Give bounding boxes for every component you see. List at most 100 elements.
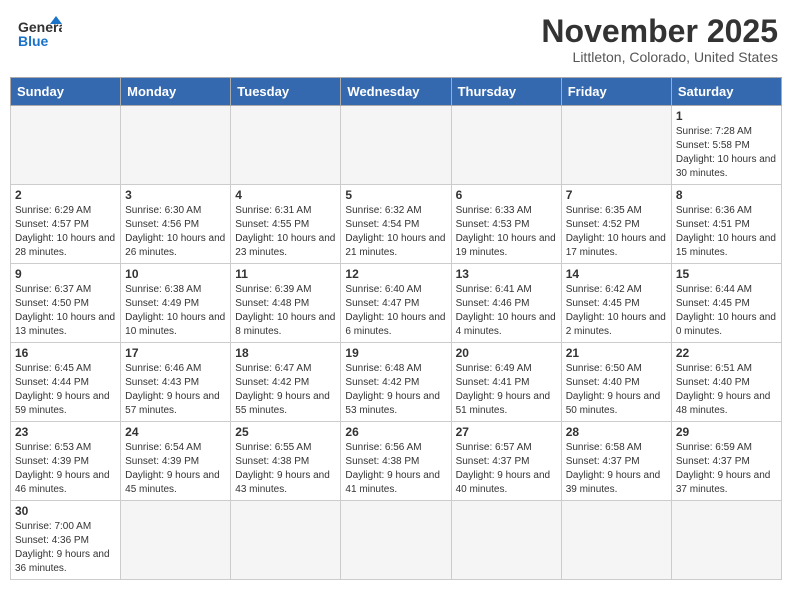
day-info: Sunrise: 6:54 AM Sunset: 4:39 PM Dayligh… xyxy=(125,441,226,497)
day-info: Sunrise: 6:58 AM Sunset: 4:37 PM Dayligh… xyxy=(566,441,667,497)
day-number: 7 xyxy=(566,188,667,202)
day-number: 29 xyxy=(676,425,777,439)
calendar-day-cell: 8Sunrise: 6:36 AM Sunset: 4:51 PM Daylig… xyxy=(671,185,781,264)
calendar-day-cell: 27 Sunrise: 6:57 AM Sunset: 4:37 PM Dayli… xyxy=(451,422,561,501)
calendar-day-cell xyxy=(561,106,671,185)
calendar-day-cell: 10 Sunrise: 6:38 AM Sunset: 4:49 PM Dayli… xyxy=(121,264,231,343)
calendar-day-cell: 15Sunrise: 6:44 AM Sunset: 4:45 PM Dayli… xyxy=(671,264,781,343)
calendar-day-cell xyxy=(121,106,231,185)
calendar-day-cell: 30 Sunrise: 7:00 AM Sunset: 4:36 PM Dayli… xyxy=(11,501,121,580)
day-number: 1 xyxy=(676,109,777,123)
calendar-day-cell: 26 Sunrise: 6:56 AM Sunset: 4:38 PM Dayli… xyxy=(341,422,451,501)
day-number: 22 xyxy=(676,346,777,360)
calendar-day-cell: 4Sunrise: 6:31 AM Sunset: 4:55 PM Daylig… xyxy=(231,185,341,264)
calendar-day-cell: 6Sunrise: 6:33 AM Sunset: 4:53 PM Daylig… xyxy=(451,185,561,264)
calendar-week-row: 9 Sunrise: 6:37 AM Sunset: 4:50 PM Daylig… xyxy=(11,264,782,343)
calendar-day-cell xyxy=(451,501,561,580)
day-info: Sunrise: 6:32 AM Sunset: 4:54 PM Dayligh… xyxy=(345,204,446,260)
calendar-day-cell: 9 Sunrise: 6:37 AM Sunset: 4:50 PM Daylig… xyxy=(11,264,121,343)
day-number: 10 xyxy=(125,267,226,281)
day-info: Sunrise: 6:30 AM Sunset: 4:56 PM Dayligh… xyxy=(125,204,226,260)
day-info: Sunrise: 6:38 AM Sunset: 4:49 PM Dayligh… xyxy=(125,283,226,339)
title-area: November 2025 Littleton, Colorado, Unite… xyxy=(541,14,778,65)
calendar-table: SundayMondayTuesdayWednesdayThursdayFrid… xyxy=(10,77,782,580)
day-number: 17 xyxy=(125,346,226,360)
day-info: Sunrise: 6:46 AM Sunset: 4:43 PM Dayligh… xyxy=(125,362,226,418)
calendar-day-cell xyxy=(341,106,451,185)
calendar-day-cell: 11 Sunrise: 6:39 AM Sunset: 4:48 PM Dayli… xyxy=(231,264,341,343)
day-number: 12 xyxy=(345,267,446,281)
day-info: Sunrise: 6:56 AM Sunset: 4:38 PM Dayligh… xyxy=(345,441,446,497)
day-of-week-header: Friday xyxy=(561,78,671,106)
day-of-week-header: Saturday xyxy=(671,78,781,106)
day-of-week-header: Thursday xyxy=(451,78,561,106)
calendar-day-cell: 25 Sunrise: 6:55 AM Sunset: 4:38 PM Dayli… xyxy=(231,422,341,501)
day-number: 26 xyxy=(345,425,446,439)
logo: General Blue xyxy=(18,14,62,58)
day-number: 27 xyxy=(456,425,557,439)
day-info: Sunrise: 6:42 AM Sunset: 4:45 PM Dayligh… xyxy=(566,283,667,339)
day-info: Sunrise: 6:29 AM Sunset: 4:57 PM Dayligh… xyxy=(15,204,116,260)
calendar-day-cell: 3Sunrise: 6:30 AM Sunset: 4:56 PM Daylig… xyxy=(121,185,231,264)
day-number: 16 xyxy=(15,346,116,360)
calendar-day-cell xyxy=(671,501,781,580)
day-number: 14 xyxy=(566,267,667,281)
calendar-day-cell: 28Sunrise: 6:58 AM Sunset: 4:37 PM Dayli… xyxy=(561,422,671,501)
calendar-day-cell: 7 Sunrise: 6:35 AM Sunset: 4:52 PM Daylig… xyxy=(561,185,671,264)
day-of-week-header: Sunday xyxy=(11,78,121,106)
day-info: Sunrise: 6:51 AM Sunset: 4:40 PM Dayligh… xyxy=(676,362,777,418)
calendar-day-cell xyxy=(11,106,121,185)
day-info: Sunrise: 6:31 AM Sunset: 4:55 PM Dayligh… xyxy=(235,204,336,260)
calendar-week-row: 1Sunrise: 7:28 AM Sunset: 5:58 PM Daylig… xyxy=(11,106,782,185)
day-info: Sunrise: 6:36 AM Sunset: 4:51 PM Dayligh… xyxy=(676,204,777,260)
calendar-day-cell: 22 Sunrise: 6:51 AM Sunset: 4:40 PM Dayli… xyxy=(671,343,781,422)
day-number: 13 xyxy=(456,267,557,281)
day-info: Sunrise: 6:49 AM Sunset: 4:41 PM Dayligh… xyxy=(456,362,557,418)
day-info: Sunrise: 6:57 AM Sunset: 4:37 PM Dayligh… xyxy=(456,441,557,497)
calendar-day-cell: 5 Sunrise: 6:32 AM Sunset: 4:54 PM Daylig… xyxy=(341,185,451,264)
day-number: 11 xyxy=(235,267,336,281)
calendar-day-cell: 21Sunrise: 6:50 AM Sunset: 4:40 PM Dayli… xyxy=(561,343,671,422)
day-number: 30 xyxy=(15,504,116,518)
day-info: Sunrise: 6:41 AM Sunset: 4:46 PM Dayligh… xyxy=(456,283,557,339)
day-info: Sunrise: 6:55 AM Sunset: 4:38 PM Dayligh… xyxy=(235,441,336,497)
calendar-day-cell: 20 Sunrise: 6:49 AM Sunset: 4:41 PM Dayli… xyxy=(451,343,561,422)
day-of-week-header: Monday xyxy=(121,78,231,106)
logo-icon: General Blue xyxy=(18,14,62,58)
calendar-day-cell xyxy=(341,501,451,580)
day-of-week-header: Wednesday xyxy=(341,78,451,106)
calendar-day-cell: 14 Sunrise: 6:42 AM Sunset: 4:45 PM Dayli… xyxy=(561,264,671,343)
day-info: Sunrise: 6:35 AM Sunset: 4:52 PM Dayligh… xyxy=(566,204,667,260)
calendar-day-cell xyxy=(451,106,561,185)
calendar-week-row: 2 Sunrise: 6:29 AM Sunset: 4:57 PM Daylig… xyxy=(11,185,782,264)
day-info: Sunrise: 6:40 AM Sunset: 4:47 PM Dayligh… xyxy=(345,283,446,339)
day-number: 23 xyxy=(15,425,116,439)
day-info: Sunrise: 7:00 AM Sunset: 4:36 PM Dayligh… xyxy=(15,520,116,576)
day-number: 9 xyxy=(15,267,116,281)
day-info: Sunrise: 6:39 AM Sunset: 4:48 PM Dayligh… xyxy=(235,283,336,339)
calendar-day-cell: 16Sunrise: 6:45 AM Sunset: 4:44 PM Dayli… xyxy=(11,343,121,422)
day-info: Sunrise: 6:48 AM Sunset: 4:42 PM Dayligh… xyxy=(345,362,446,418)
calendar-day-cell: 19Sunrise: 6:48 AM Sunset: 4:42 PM Dayli… xyxy=(341,343,451,422)
calendar-week-row: 23Sunrise: 6:53 AM Sunset: 4:39 PM Dayli… xyxy=(11,422,782,501)
svg-text:Blue: Blue xyxy=(18,33,49,49)
page-header: General Blue November 2025 Littleton, Co… xyxy=(10,10,782,69)
calendar-week-row: 16Sunrise: 6:45 AM Sunset: 4:44 PM Dayli… xyxy=(11,343,782,422)
day-number: 20 xyxy=(456,346,557,360)
day-info: Sunrise: 6:33 AM Sunset: 4:53 PM Dayligh… xyxy=(456,204,557,260)
calendar-week-row: 30 Sunrise: 7:00 AM Sunset: 4:36 PM Dayli… xyxy=(11,501,782,580)
calendar-day-cell: 18Sunrise: 6:47 AM Sunset: 4:42 PM Dayli… xyxy=(231,343,341,422)
calendar-day-cell xyxy=(231,501,341,580)
calendar-day-cell: 29Sunrise: 6:59 AM Sunset: 4:37 PM Dayli… xyxy=(671,422,781,501)
day-info: Sunrise: 6:50 AM Sunset: 4:40 PM Dayligh… xyxy=(566,362,667,418)
day-number: 5 xyxy=(345,188,446,202)
day-number: 25 xyxy=(235,425,336,439)
day-number: 2 xyxy=(15,188,116,202)
day-info: Sunrise: 6:44 AM Sunset: 4:45 PM Dayligh… xyxy=(676,283,777,339)
calendar-day-cell: 12 Sunrise: 6:40 AM Sunset: 4:47 PM Dayli… xyxy=(341,264,451,343)
calendar-day-cell: 1Sunrise: 7:28 AM Sunset: 5:58 PM Daylig… xyxy=(671,106,781,185)
calendar-day-cell: 23Sunrise: 6:53 AM Sunset: 4:39 PM Dayli… xyxy=(11,422,121,501)
day-info: Sunrise: 6:37 AM Sunset: 4:50 PM Dayligh… xyxy=(15,283,116,339)
calendar-day-cell: 24Sunrise: 6:54 AM Sunset: 4:39 PM Dayli… xyxy=(121,422,231,501)
day-number: 18 xyxy=(235,346,336,360)
